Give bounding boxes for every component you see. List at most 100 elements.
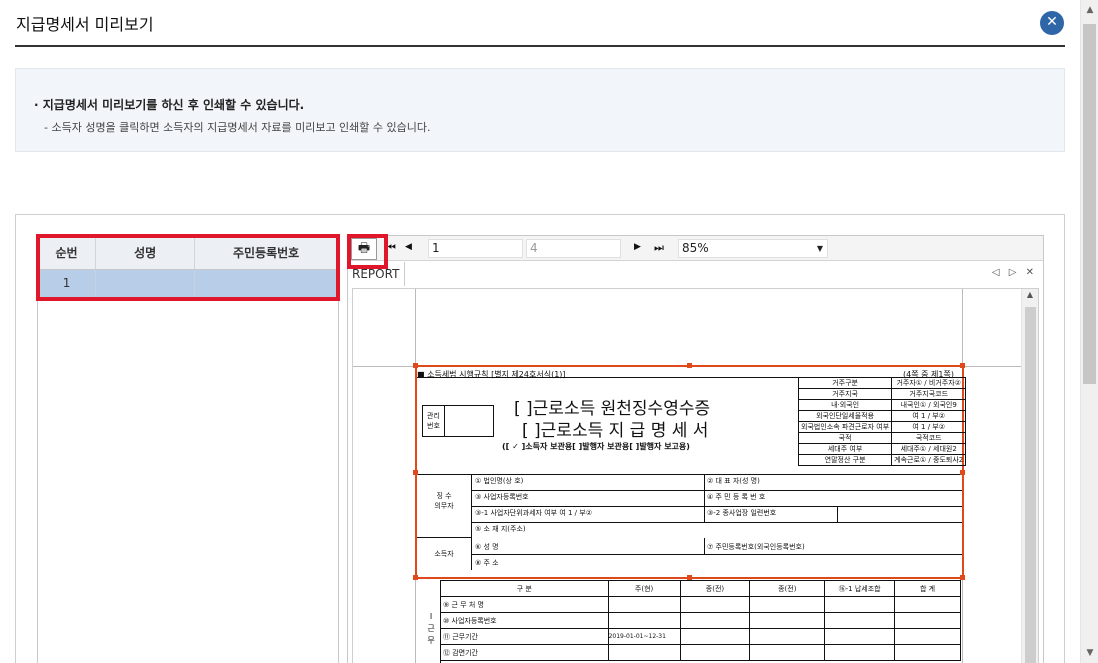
- form-line: [472, 554, 962, 555]
- first-page-icon[interactable]: ⏮: [386, 241, 396, 255]
- zoom-select[interactable]: 85% ▼: [678, 239, 828, 258]
- work-side-label: Ⅰ 근 무: [427, 612, 435, 645]
- work-header: 종(전): [679, 580, 751, 597]
- work-cell: [824, 612, 896, 629]
- res-label: 세대주 여부: [797, 443, 893, 455]
- work-cell: [824, 644, 896, 661]
- chevron-down-icon: ▼: [816, 244, 823, 253]
- payer-label: 징 수 의무자: [417, 474, 472, 538]
- payer-cell: ④ 주 민 등 록 번 호: [707, 493, 766, 501]
- scroll-thumb[interactable]: [1025, 307, 1036, 663]
- form-line: [472, 522, 962, 523]
- res-value: 거주지국코드: [891, 388, 967, 400]
- res-label: 외국법인소속 파견근로자 여부: [797, 421, 893, 433]
- tab-report[interactable]: REPORT: [348, 262, 406, 286]
- form-line: [472, 506, 962, 507]
- work-cell: [894, 596, 961, 613]
- payer-cell: ③-2 종사업장 일련번호: [707, 509, 777, 517]
- earner-cell: ⑧ 주 소: [475, 559, 499, 567]
- work-cell: ⑩ 사업자등록번호: [440, 612, 609, 629]
- form-title-payment: [ ]근로소득 지 급 명 세 서: [522, 421, 709, 441]
- work-cell: [607, 612, 681, 629]
- earner-cell: ⑦ 주민등록번호(외국인등록번호): [707, 543, 805, 551]
- col-header-rrn[interactable]: 주민등록번호: [194, 236, 338, 270]
- work-cell: ⑨ 근 무 처 명: [440, 596, 609, 613]
- info-sub-text: - 소득자 성명을 클릭하면 소득자의 지급명세서 자료를 미리보고 인쇄할 수…: [44, 121, 431, 134]
- resize-handle[interactable]: [960, 363, 965, 368]
- print-button[interactable]: 🖶: [351, 238, 377, 260]
- payer-cell: ⑤ 소 재 지(주소): [475, 525, 526, 533]
- row-name[interactable]: [95, 269, 196, 297]
- res-value: 계속근로① / 중도퇴사2: [891, 454, 967, 466]
- scroll-up-icon[interactable]: ▲: [1081, 2, 1098, 18]
- report-viewer: 🖶 ⏮ ◀ 1 4 ▶ ⏭ 85% ▼ REPORT ◁ ▷ ✕ ■ 소득세법 …: [347, 235, 1044, 663]
- res-value: 국적코드: [891, 432, 967, 444]
- payer-cell: ③ 사업자등록번호: [475, 493, 529, 501]
- payer-cell: ③-1 사업자단위과세자 여부 여 1 / 부②: [475, 509, 592, 517]
- row-rrn[interactable]: [194, 269, 338, 297]
- info-box: · 지급명세서 미리보기를 하신 후 인쇄할 수 있습니다. - 소득자 성명을…: [15, 68, 1065, 152]
- res-label: 국적: [797, 432, 893, 444]
- work-cell: [607, 596, 681, 613]
- printer-icon: 🖶: [357, 241, 371, 256]
- page-scrollbar[interactable]: ▲ ▼: [1080, 0, 1098, 663]
- earner-label: 소득자: [417, 538, 472, 570]
- resize-handle[interactable]: [960, 470, 965, 475]
- payer-cell: ② 대 표 자(성 명): [707, 477, 760, 485]
- mgmt-no-box: 관리 번호: [422, 405, 494, 437]
- work-cell: [824, 596, 896, 613]
- work-table: 구 분 주(현) 종(전) 종(전) ⑯-1 납세조합 합 계 ⑨ 근 무 처 …: [440, 580, 961, 661]
- scroll-up-icon[interactable]: ▲: [1022, 290, 1038, 299]
- work-cell: [894, 644, 961, 661]
- res-value: 세대주① / 세대원2: [891, 443, 967, 455]
- report-canvas: ■ 소득세법 시행규칙 [별지 제24호서식(1)] (4쪽 중 제1쪽) 관리…: [352, 288, 1039, 663]
- last-page-icon[interactable]: ⏭: [654, 241, 664, 255]
- work-header: 구 분: [440, 580, 609, 597]
- selected-form-region[interactable]: 관리 번호 [ ]근로소득 원천징수영수증 [ ]근로소득 지 급 명 세 서 …: [413, 363, 967, 580]
- resize-handle[interactable]: [413, 470, 418, 475]
- prev-page-icon[interactable]: ◀: [405, 242, 412, 252]
- col-header-seq[interactable]: 순번: [38, 236, 97, 270]
- work-cell: [824, 628, 896, 645]
- next-page-icon[interactable]: ▶: [634, 242, 641, 252]
- earner-cell: ⑥ 성 명: [475, 543, 499, 551]
- form-line: [704, 538, 705, 554]
- work-cell: [679, 596, 751, 613]
- party-block: 징 수 의무자 소득자 ① 법인명(상 호) ② 대 표 자(성 명) ③ 사업…: [417, 474, 962, 577]
- res-label: 내·외국인: [797, 399, 893, 411]
- payer-cell: ① 법인명(상 호): [475, 477, 524, 485]
- resize-handle[interactable]: [687, 363, 692, 368]
- col-header-name[interactable]: 성명: [95, 236, 196, 270]
- preview-dialog: 지급명세서 미리보기 ✕ ▲ ▼ · 지급명세서 미리보기를 하신 후 인쇄할 …: [0, 0, 1098, 663]
- res-label: 연말정산 구분: [797, 454, 893, 466]
- info-main-text: · 지급명세서 미리보기를 하신 후 인쇄할 수 있습니다.: [34, 98, 305, 112]
- resize-handle[interactable]: [413, 575, 418, 580]
- work-cell: ⑪ 근무기간: [440, 628, 609, 645]
- current-page-input[interactable]: 1: [428, 239, 523, 258]
- viewer-toolbar: 🖶 ⏮ ◀ 1 4 ▶ ⏭ 85% ▼: [348, 236, 1043, 261]
- scroll-thumb[interactable]: [1083, 24, 1096, 384]
- table-row[interactable]: 1: [38, 269, 338, 297]
- title-divider: [15, 45, 1065, 47]
- scroll-down-icon[interactable]: ▼: [1081, 645, 1098, 661]
- earner-table: 순번 성명 주민등록번호 1: [38, 236, 338, 297]
- work-cell: [607, 644, 681, 661]
- res-value: 여 1 / 부②: [891, 410, 967, 422]
- work-header: ⑯-1 납세조합: [824, 580, 896, 597]
- res-label: 거주구분: [797, 377, 893, 389]
- earner-list: 순번 성명 주민등록번호 1: [37, 235, 339, 663]
- tax-form-page: ■ 소득세법 시행규칙 [별지 제24호서식(1)] (4쪽 중 제1쪽) 관리…: [353, 289, 1022, 663]
- report-scrollbar[interactable]: ▲: [1021, 289, 1038, 663]
- res-label: 거주지국: [797, 388, 893, 400]
- tab-controls[interactable]: ◁ ▷ ✕: [992, 267, 1037, 278]
- dialog-title: 지급명세서 미리보기: [16, 15, 154, 34]
- preview-panel: 순번 성명 주민등록번호 1 🖶 ⏮ ◀ 1 4 ▶ ⏭ 85% ▼ REPOR…: [15, 214, 1065, 663]
- resize-handle[interactable]: [413, 363, 418, 368]
- residency-table: 거주구분 거주자① / 비거주자② 거주지국 거주지국코드 내·외국인 내국인① / …: [797, 377, 967, 466]
- res-value: 내국인① / 외국인9: [891, 399, 967, 411]
- work-cell: [894, 628, 961, 645]
- form-line: [704, 474, 705, 522]
- close-button[interactable]: ✕: [1040, 11, 1064, 35]
- row-seq[interactable]: 1: [38, 269, 97, 297]
- work-cell: [679, 628, 751, 645]
